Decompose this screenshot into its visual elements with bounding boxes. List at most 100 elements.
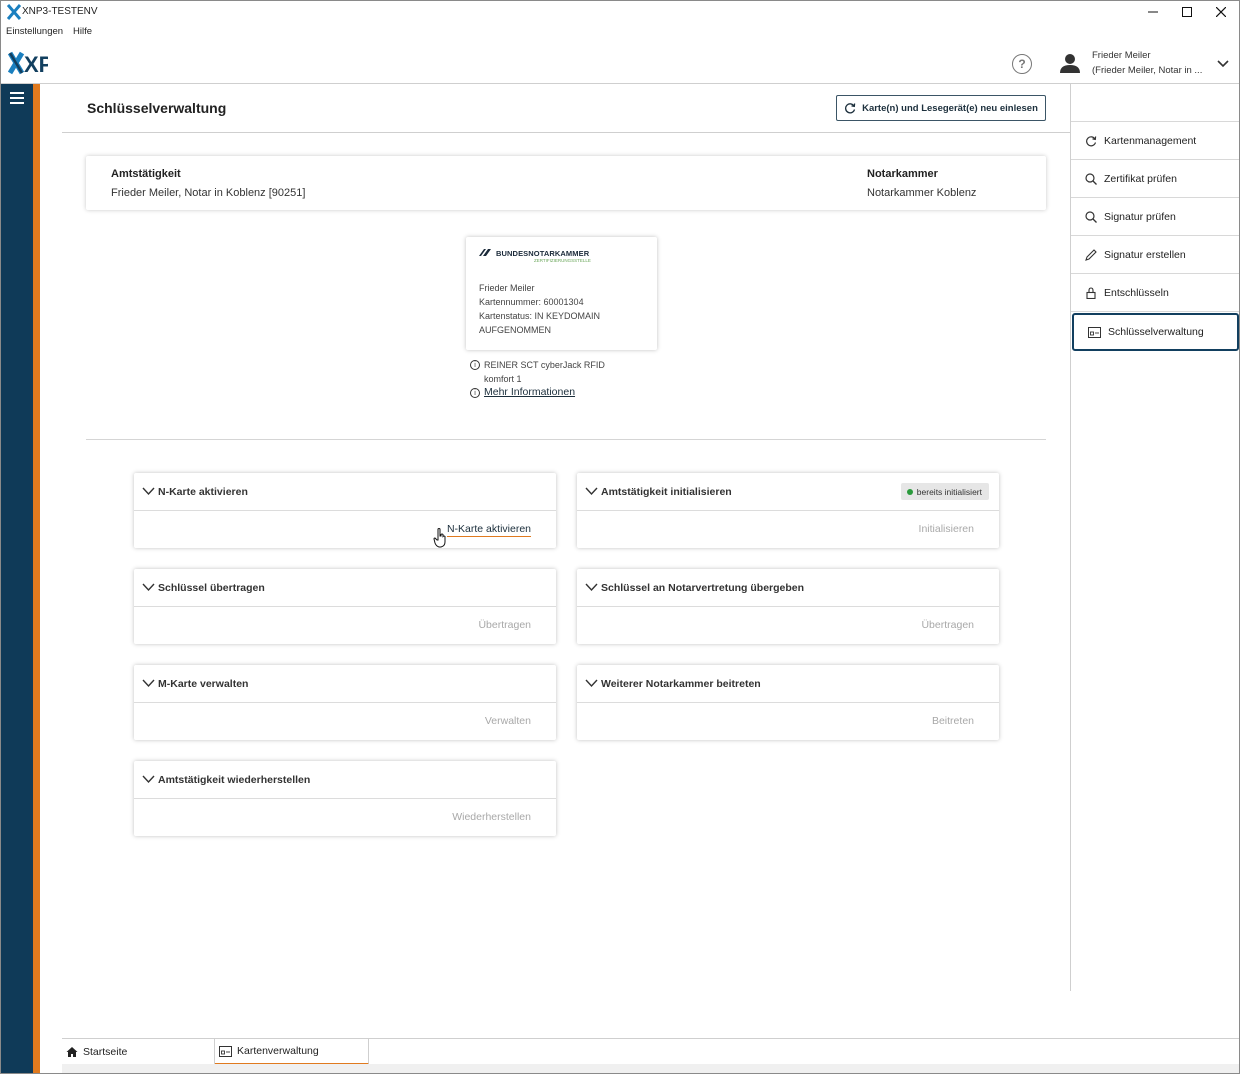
tab-label: Startseite xyxy=(83,1046,128,1058)
tab-label: Kartenverwaltung xyxy=(237,1045,319,1057)
bnk-logo-icon xyxy=(479,249,491,256)
user-role[interactable]: (Frieder Meiler, Notar in ... xyxy=(1092,65,1202,76)
chevron-down-icon xyxy=(585,583,598,592)
maximize-button[interactable] xyxy=(1170,0,1204,24)
nav-item-label: Entschlüsseln xyxy=(1104,286,1169,299)
reload-cards-label: Karte(n) und Lesegerät(e) neu einlesen xyxy=(862,102,1038,114)
user-icon[interactable] xyxy=(1059,52,1081,74)
nav-item-schluesselverwaltung[interactable]: Schlüsselverwaltung xyxy=(1072,313,1239,351)
status-strip xyxy=(62,1064,1239,1073)
xp-logo-text: XP xyxy=(24,52,48,75)
transfer-to-deputy-button[interactable]: Übertragen xyxy=(921,619,974,631)
menu-hilfe[interactable]: Hilfe xyxy=(73,26,92,42)
nav-item-signatur-pruefen[interactable]: Signatur prüfen xyxy=(1071,198,1239,236)
status-dot xyxy=(906,488,913,495)
office-info-card: Amtstätigkeit Frieder Meiler, Notar in K… xyxy=(86,156,1046,210)
activate-n-card-button[interactable]: N-Karte aktivieren xyxy=(446,523,531,537)
page-title: Schlüsselverwaltung xyxy=(87,100,227,116)
restore-button[interactable]: Wiederherstellen xyxy=(452,811,531,823)
side-rail xyxy=(1,84,33,1073)
menu-bar: Einstellungen Hilfe xyxy=(0,26,92,42)
smartcard-tile[interactable]: BUNDESNOTARKAMMER ZERTIFIZIERUNGSSTELLE … xyxy=(466,237,657,350)
panel-title: Schlüssel übertragen xyxy=(158,582,265,594)
nav-item-label: Zertifikat prüfen xyxy=(1104,172,1177,185)
header-divider xyxy=(62,132,1070,133)
panel-title: Amtstätigkeit initialisieren xyxy=(601,486,732,498)
nav-item-kartenmanagement[interactable]: Kartenmanagement xyxy=(1071,122,1239,160)
window-titlebar: XNP3-TESTENV xyxy=(0,0,1240,24)
panel-title: Weiterer Notarkammer beitreten xyxy=(601,678,761,690)
panel-n-karte-aktivieren: N-Karte aktivieren N-Karte aktivieren xyxy=(134,473,556,548)
transfer-button[interactable]: Übertragen xyxy=(478,619,531,631)
status-badge: bereits initialisiert xyxy=(900,483,989,500)
nav-item-entschluesseln[interactable]: Entschlüsseln xyxy=(1071,274,1239,312)
chevron-down-icon[interactable] xyxy=(1216,57,1230,71)
panel-amtstaetigkeit-wiederherstellen: Amtstätigkeit wiederherstellen Wiederher… xyxy=(134,761,556,836)
office-label: Amtstätigkeit xyxy=(111,168,181,180)
panel-title: N-Karte aktivieren xyxy=(158,486,248,498)
join-button[interactable]: Beitreten xyxy=(932,715,974,727)
panel-amtstaetigkeit-initialisieren: Amtstätigkeit initialisieren bereits ini… xyxy=(577,473,999,548)
panel-header[interactable]: M-Karte verwalten xyxy=(134,665,556,703)
panel-header[interactable]: Amtstätigkeit initialisieren bereits ini… xyxy=(577,473,999,511)
manage-button[interactable]: Verwalten xyxy=(485,715,531,727)
initialize-button[interactable]: Initialisieren xyxy=(919,523,974,535)
refresh-icon xyxy=(1086,135,1097,146)
panel-header[interactable]: Schlüssel übertragen xyxy=(134,569,556,607)
panel-title: Schlüssel an Notarvertretung übergeben xyxy=(601,582,805,594)
panel-title: M-Karte verwalten xyxy=(158,678,249,690)
chevron-down-icon xyxy=(142,487,155,496)
side-rail-accent xyxy=(33,84,40,1073)
panel-title: Amtstätigkeit wiederherstellen xyxy=(158,774,311,786)
panel-header[interactable]: N-Karte aktivieren xyxy=(134,473,556,511)
chevron-down-icon xyxy=(142,583,155,592)
panel-schluessel-uebertragen: Schlüssel übertragen Übertragen xyxy=(134,569,556,644)
hand-cursor-icon xyxy=(433,528,446,548)
refresh-icon xyxy=(845,103,856,114)
lock-icon xyxy=(1086,286,1096,299)
panel-m-karte-verwalten: M-Karte verwalten Verwalten xyxy=(134,665,556,740)
user-name[interactable]: Frieder Meiler xyxy=(1092,50,1151,61)
status-badge-label: bereits initialisiert xyxy=(916,486,982,497)
nav-item-label: Kartenmanagement xyxy=(1104,134,1197,147)
window-title: XNP3-TESTENV xyxy=(22,6,98,17)
tab-bar: Startseite Kartenverwaltung xyxy=(62,1038,1239,1065)
card-icon xyxy=(1088,326,1101,338)
search-icon xyxy=(1085,172,1097,185)
card-number: Kartennummer: 60001304 xyxy=(479,297,584,307)
app-logo-icon xyxy=(7,4,21,20)
info-icon: i xyxy=(470,360,480,370)
reader-line: komfort 1 xyxy=(484,374,522,384)
close-icon xyxy=(1216,7,1226,17)
panel-header[interactable]: Amtstätigkeit wiederherstellen xyxy=(134,761,556,799)
card-status-cont: AUFGENOMMEN xyxy=(479,325,551,335)
nav-item-zertifikat-pruefen[interactable]: Zertifikat prüfen xyxy=(1071,160,1239,198)
nav-item-label: Signatur erstellen xyxy=(1104,248,1186,261)
search-icon xyxy=(1085,210,1097,223)
card-issuer: BUNDESNOTARKAMMER xyxy=(496,249,590,258)
nav-item-label: Schlüsselverwaltung xyxy=(1108,326,1204,338)
xp-logo: XP xyxy=(8,51,48,75)
nav-item-signatur-erstellen[interactable]: Signatur erstellen xyxy=(1071,236,1239,274)
chevron-down-icon xyxy=(142,679,155,688)
close-button[interactable] xyxy=(1204,0,1238,24)
app-header: XP ? Frieder Meiler (Frieder Meiler, Not… xyxy=(0,42,1240,84)
tab-kartenverwaltung[interactable]: Kartenverwaltung xyxy=(215,1039,369,1065)
panel-schluessel-notarvertretung: Schlüssel an Notarvertretung übergeben Ü… xyxy=(577,569,999,644)
card-reader-info: REINER SCT cyberJack RFID komfort 1 xyxy=(484,358,624,386)
help-icon[interactable]: ? xyxy=(1012,54,1032,74)
menu-einstellungen[interactable]: Einstellungen xyxy=(6,26,63,42)
pen-icon xyxy=(1085,248,1097,261)
card-holder: Frieder Meiler xyxy=(479,283,535,293)
panel-header[interactable]: Schlüssel an Notarvertretung übergeben xyxy=(577,569,999,607)
more-info-link[interactable]: Mehr Informationen xyxy=(484,386,575,398)
card-icon xyxy=(219,1045,232,1057)
tab-startseite[interactable]: Startseite xyxy=(62,1039,215,1065)
minimize-icon xyxy=(1148,11,1158,13)
reload-cards-button[interactable]: Karte(n) und Lesegerät(e) neu einlesen xyxy=(836,95,1046,121)
minimize-button[interactable] xyxy=(1136,0,1170,24)
panel-header[interactable]: Weiterer Notarkammer beitreten xyxy=(577,665,999,703)
card-status: Kartenstatus: IN KEYDOMAIN xyxy=(479,311,601,321)
hamburger-menu-icon[interactable] xyxy=(10,92,24,104)
office-value: Frieder Meiler, Notar in Koblenz [90251] xyxy=(111,187,306,199)
